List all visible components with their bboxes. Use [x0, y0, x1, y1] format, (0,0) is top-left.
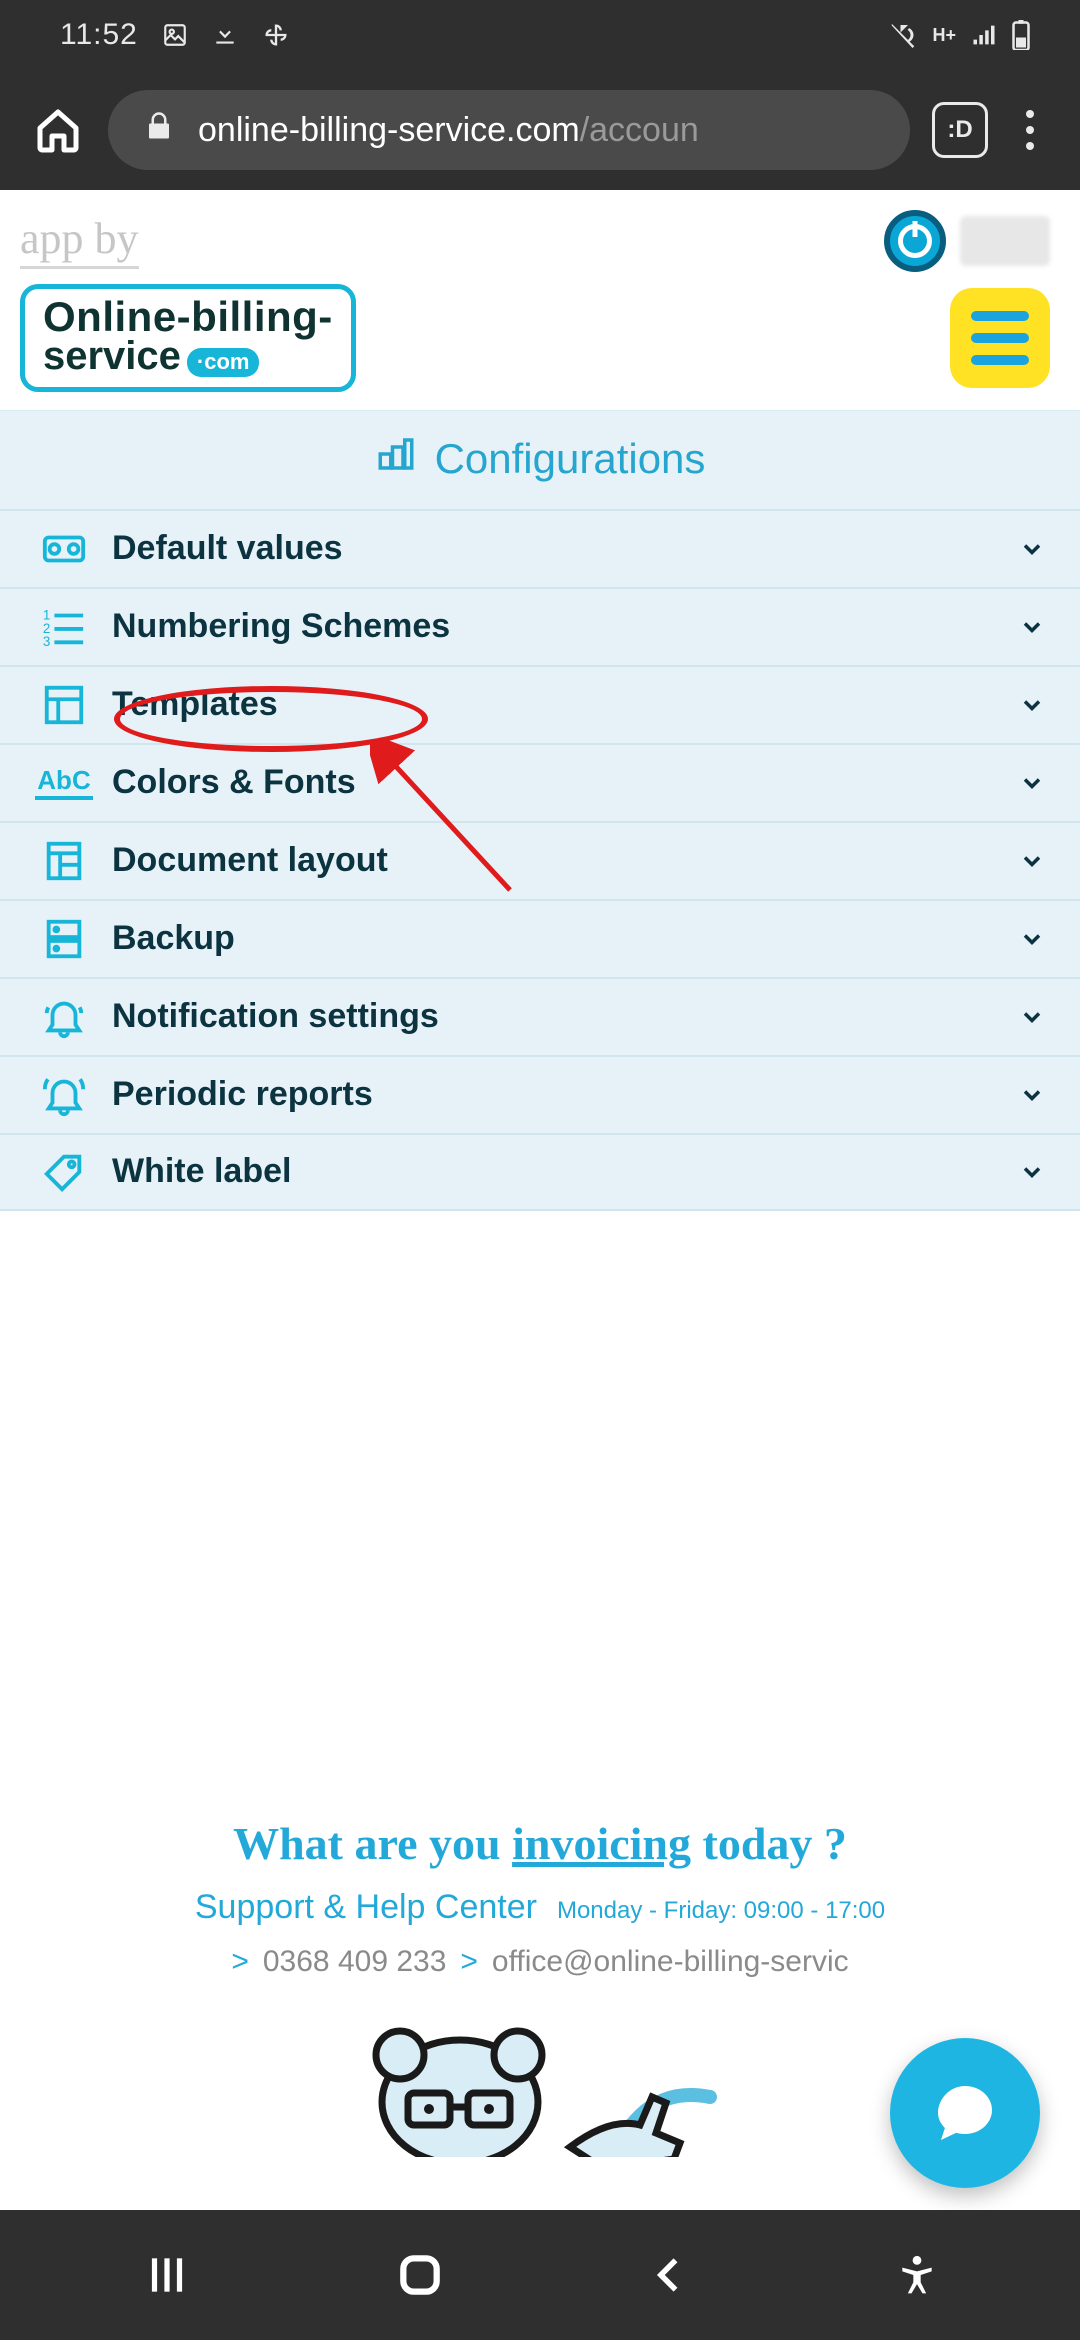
chrome-toolbar: online-billing-service.com/accoun :D [0, 70, 1080, 190]
user-name-redacted [960, 216, 1050, 266]
chevron-right-icon: > [460, 1945, 478, 1979]
logo-com-badge: ·com [187, 348, 260, 377]
signal-icon [970, 21, 998, 49]
lock-icon [144, 111, 174, 150]
account-cluster [884, 210, 1050, 272]
numbering-icon: 123 [36, 599, 92, 655]
footer-tagline: What are you invoicing today ? [30, 1817, 1050, 1870]
config-item-document-layout[interactable]: Document layout [0, 821, 1080, 899]
config-item-label: Backup [112, 919, 1014, 958]
footer-support-line: Support & Help Center Monday - Friday: 0… [30, 1888, 1050, 1927]
image-icon [162, 22, 188, 48]
support-help-center-link[interactable]: Support & Help Center [195, 1888, 537, 1927]
vibrate-mute-icon [888, 20, 918, 50]
url-text: online-billing-service.com/accoun [198, 111, 699, 150]
configurations-title: Configurations [435, 435, 706, 483]
config-item-periodic-reports[interactable]: Periodic reports [0, 1055, 1080, 1133]
android-nav-bar [0, 2210, 1080, 2340]
colors-fonts-icon: AbC [36, 755, 92, 811]
app-by-label: app by [20, 213, 139, 269]
support-hours: Monday - Friday: 09:00 - 17:00 [557, 1897, 885, 1925]
support-phone[interactable]: 0368 409 233 [263, 1945, 447, 1979]
support-email[interactable]: office@online-billing-servic [492, 1945, 849, 1979]
tagline-post: today ? [691, 1818, 847, 1869]
footer-contact-line: > 0368 409 233 > office@online-billing-s… [30, 1945, 1050, 1979]
chevron-right-icon: > [231, 1945, 249, 1979]
home-nav-button[interactable] [395, 2250, 445, 2300]
config-item-numbering-schemes[interactable]: 123 Numbering Schemes [0, 587, 1080, 665]
chevron-down-icon [1014, 1154, 1050, 1190]
status-time: 11:52 [60, 18, 138, 52]
network-type-label: H+ [932, 25, 956, 46]
chat-icon [929, 2077, 1001, 2149]
chevron-down-icon [1014, 921, 1050, 957]
config-item-label: White label [112, 1152, 1014, 1191]
config-item-label: Numbering Schemes [112, 607, 1014, 646]
download-icon [212, 22, 238, 48]
config-item-white-label[interactable]: White label [0, 1133, 1080, 1211]
status-left-cluster: 11:52 [60, 18, 290, 52]
config-item-label: Notification settings [112, 997, 1014, 1036]
configurations-section: Configurations Default values 123 Number… [0, 410, 1080, 1211]
empty-space [0, 1211, 1080, 1777]
configurations-heading: Configurations [0, 411, 1080, 509]
tagline-underlined: invoicing [512, 1818, 691, 1869]
tag-icon [36, 1144, 92, 1200]
url-path: /accoun [580, 111, 699, 149]
url-host: online-billing-service.com [198, 111, 580, 149]
bell-ring-icon [36, 1067, 92, 1123]
config-item-label: Colors & Fonts [112, 763, 1014, 802]
logo-line1: Online-billing- [43, 297, 333, 337]
back-button[interactable] [648, 2253, 692, 2297]
config-item-label: Templates [112, 685, 1014, 724]
logo-row: Online-billing- service ·com [0, 284, 1080, 410]
tab-count-label: :D [947, 116, 972, 144]
config-item-templates[interactable]: Templates [0, 665, 1080, 743]
chevron-down-icon [1014, 1077, 1050, 1113]
home-button[interactable] [30, 102, 86, 158]
config-item-label: Document layout [112, 841, 1014, 880]
configurations-list: Default values 123 Numbering Schemes Tem… [0, 509, 1080, 1211]
android-status-bar: 11:52 H+ [0, 0, 1080, 70]
config-item-label: Default values [112, 529, 1014, 568]
chevron-down-icon [1014, 609, 1050, 645]
chevron-down-icon [1014, 999, 1050, 1035]
chevron-down-icon [1014, 843, 1050, 879]
bell-icon [36, 989, 92, 1045]
power-icon [898, 224, 932, 258]
recents-button[interactable] [142, 2250, 192, 2300]
power-logout-button[interactable] [884, 210, 946, 272]
document-layout-icon [36, 833, 92, 889]
config-item-label: Periodic reports [112, 1075, 1014, 1114]
app-header: app by [0, 190, 1080, 284]
main-menu-button[interactable] [950, 288, 1050, 388]
logo-line2: service [43, 337, 181, 375]
chevron-down-icon [1014, 531, 1050, 567]
pinwheel-icon [262, 21, 290, 49]
address-bar[interactable]: online-billing-service.com/accoun [108, 90, 910, 170]
svg-text:3: 3 [43, 634, 50, 649]
chevron-down-icon [1014, 687, 1050, 723]
overflow-menu-button[interactable] [1010, 102, 1050, 158]
config-item-notification-settings[interactable]: Notification settings [0, 977, 1080, 1055]
status-right-cluster: H+ [888, 20, 1030, 50]
battery-icon [1012, 20, 1030, 50]
backup-icon [36, 911, 92, 967]
config-item-backup[interactable]: Backup [0, 899, 1080, 977]
templates-icon [36, 677, 92, 733]
chevron-down-icon [1014, 765, 1050, 801]
tab-switcher-button[interactable]: :D [932, 102, 988, 158]
default-values-icon [36, 521, 92, 577]
site-logo[interactable]: Online-billing- service ·com [20, 284, 356, 392]
tagline-pre: What are you [233, 1818, 512, 1869]
chat-fab-button[interactable] [890, 2038, 1040, 2188]
configurations-icon [375, 433, 417, 485]
config-item-default-values[interactable]: Default values [0, 509, 1080, 587]
accessibility-button[interactable] [895, 2253, 939, 2297]
config-item-colors-fonts[interactable]: AbC Colors & Fonts [0, 743, 1080, 821]
